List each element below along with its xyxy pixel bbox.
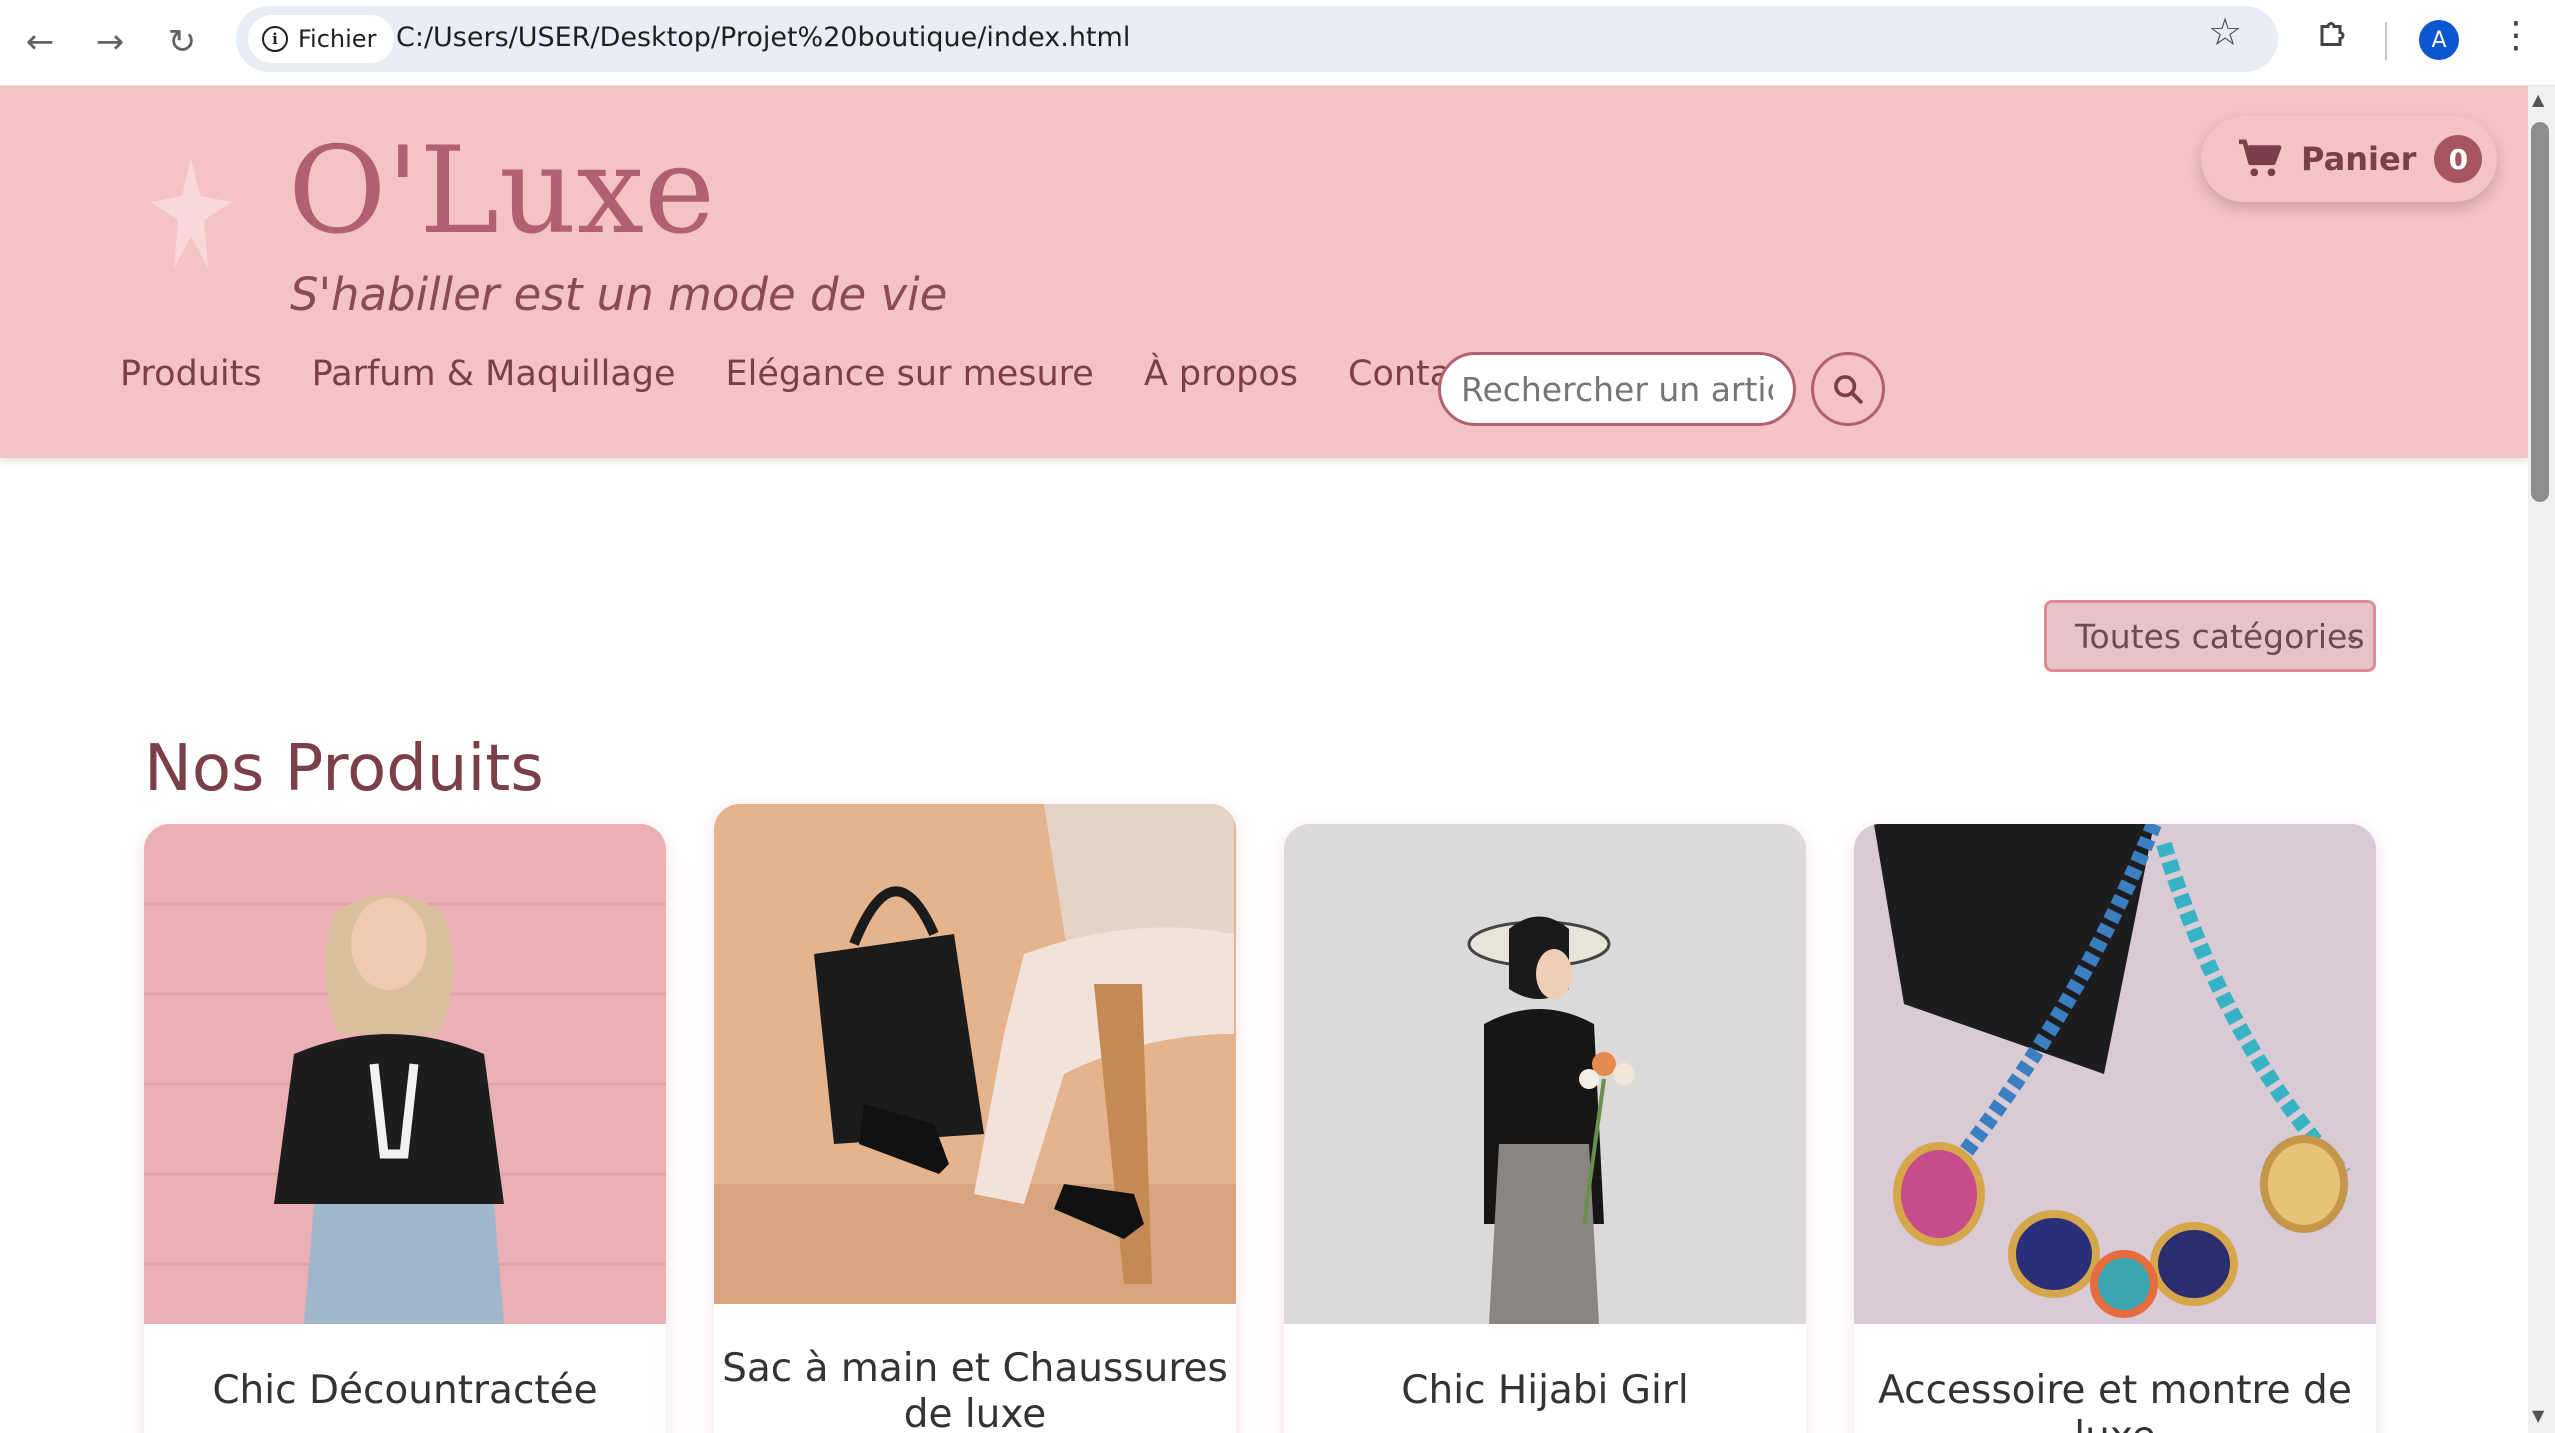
site-chip-label: Fichier	[298, 25, 377, 53]
cart-count-badge: 0	[2434, 135, 2483, 183]
info-icon: i	[262, 26, 288, 52]
chevron-down-icon: ⌄	[2342, 621, 2363, 649]
product-card[interactable]: Chic Décountractée	[144, 824, 666, 1433]
scroll-up-arrow-icon[interactable]: ▲	[2532, 90, 2544, 109]
product-card[interactable]: Chic Hijabi Girl	[1284, 824, 1806, 1433]
reload-icon[interactable]: ↻	[154, 14, 210, 70]
product-title[interactable]: Chic Hijabi Girl	[1284, 1324, 1806, 1414]
product-image-hijabi[interactable]	[1284, 824, 1806, 1324]
shopping-cart-icon	[2239, 139, 2282, 177]
main-nav: Produits Parfum & Maquillage Elégance su…	[120, 354, 1484, 394]
nav-link-apropos[interactable]: À propos	[1144, 354, 1298, 394]
cart-button[interactable]: Panier 0	[2201, 116, 2497, 202]
scrollbar-thumb[interactable]	[2531, 122, 2549, 502]
profile-avatar[interactable]: A	[2419, 20, 2459, 60]
category-select[interactable]: Toutes catégories ⌄	[2044, 600, 2376, 672]
nav-link-produits[interactable]: Produits	[120, 354, 262, 394]
url-text[interactable]: C:/Users/USER/Desktop/Projet%20boutique/…	[396, 22, 1130, 53]
nav-link-elegance[interactable]: Elégance sur mesure	[726, 354, 1094, 394]
star-logo-icon	[150, 158, 232, 268]
brand-logo-text[interactable]: O'Luxe	[288, 126, 715, 258]
product-card[interactable]: Sac à main et Chaussures de luxe	[714, 804, 1236, 1433]
products-section-title: Nos Produits	[144, 732, 544, 806]
search-button[interactable]	[1811, 352, 1885, 426]
bookmark-star-icon[interactable]: ☆	[2208, 10, 2242, 54]
forward-arrow-icon[interactable]: →	[82, 14, 138, 70]
product-title[interactable]: Sac à main et Chaussures de luxe	[714, 1304, 1236, 1433]
site-header: O'Luxe S'habiller est un mode de vie Pro…	[0, 86, 2528, 458]
search-icon	[1834, 375, 1863, 404]
product-card[interactable]: Accessoire et montre de luxe	[1854, 824, 2376, 1433]
cart-label: Panier	[2301, 140, 2417, 178]
address-bar[interactable]: i Fichier C:/Users/USER/Desktop/Projet%2…	[236, 6, 2278, 72]
product-image-casual[interactable]	[144, 824, 666, 1324]
more-menu-icon[interactable]: ⋮	[2498, 18, 2534, 54]
page-viewport: O'Luxe S'habiller est un mode de vie Pro…	[0, 86, 2528, 1433]
product-image-jewelry[interactable]	[1854, 824, 2376, 1324]
nav-link-parfum[interactable]: Parfum & Maquillage	[312, 354, 676, 394]
search-input[interactable]	[1438, 352, 1796, 426]
toolbar-divider	[2385, 22, 2387, 60]
extensions-puzzle-icon[interactable]	[2316, 16, 2352, 52]
product-title[interactable]: Chic Décountractée	[144, 1324, 666, 1414]
browser-toolbar: ← → ↻ i Fichier C:/Users/USER/Desktop/Pr…	[0, 0, 2555, 86]
scroll-down-arrow-icon[interactable]: ▼	[2532, 1406, 2544, 1425]
product-image-handbag[interactable]	[714, 804, 1236, 1304]
category-select-value: Toutes catégories	[2075, 616, 2365, 656]
product-title[interactable]: Accessoire et montre de luxe	[1854, 1324, 2376, 1433]
brand-tagline: S'habiller est un mode de vie	[290, 268, 948, 321]
back-arrow-icon[interactable]: ←	[12, 14, 68, 70]
site-info-chip[interactable]: i Fichier	[248, 15, 395, 63]
